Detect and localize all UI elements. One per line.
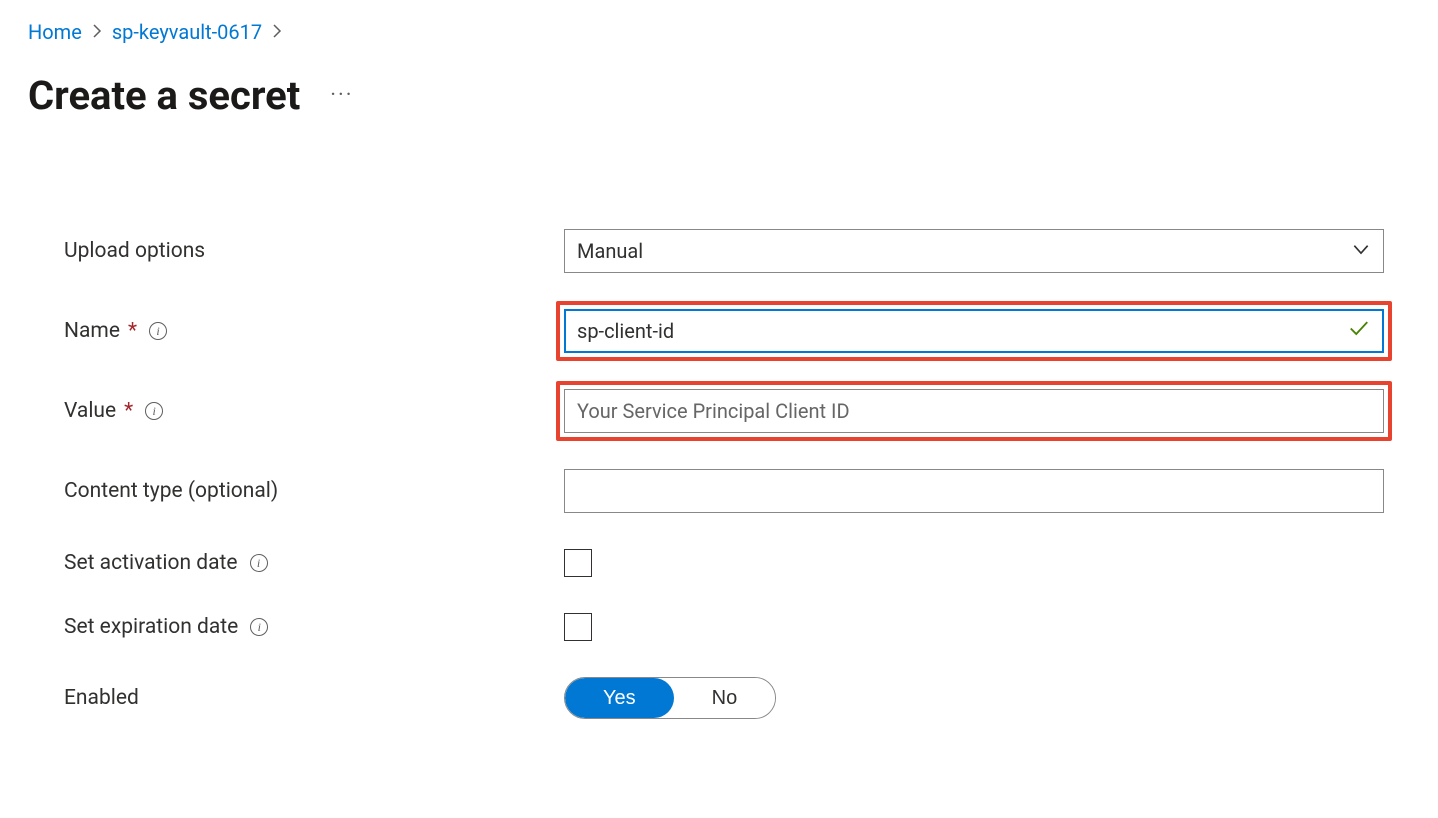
value-label: Value	[64, 399, 116, 423]
chevron-right-icon	[272, 23, 282, 42]
row-value: Value * i	[64, 389, 1410, 433]
info-icon[interactable]: i	[250, 618, 268, 636]
content-type-input[interactable]	[564, 469, 1384, 513]
row-upload-options: Upload options Manual	[64, 229, 1410, 273]
value-input[interactable]	[564, 389, 1384, 433]
name-label: Name	[64, 319, 120, 343]
upload-options-select[interactable]: Manual	[564, 229, 1384, 273]
info-icon[interactable]: i	[250, 554, 268, 572]
required-indicator: *	[124, 399, 133, 423]
row-content-type: Content type (optional)	[64, 469, 1410, 513]
breadcrumb-resource[interactable]: sp-keyvault-0617	[112, 20, 262, 44]
row-expiration-date: Set expiration date i	[64, 613, 1410, 641]
expiration-date-checkbox[interactable]	[564, 613, 592, 641]
info-icon[interactable]: i	[149, 322, 167, 340]
page-title-row: Create a secret ···	[28, 72, 1410, 119]
upload-options-value: Manual	[577, 239, 643, 263]
chevron-right-icon	[92, 23, 102, 42]
enabled-label: Enabled	[64, 686, 139, 710]
expiration-date-label: Set expiration date	[64, 615, 238, 639]
row-enabled: Enabled Yes No	[64, 677, 1410, 719]
row-activation-date: Set activation date i	[64, 549, 1410, 577]
info-icon[interactable]: i	[145, 402, 163, 420]
row-name: Name * i	[64, 309, 1410, 353]
name-input[interactable]	[564, 309, 1384, 353]
page-title: Create a secret	[28, 72, 300, 119]
breadcrumb-home[interactable]: Home	[28, 20, 82, 44]
upload-options-label: Upload options	[64, 239, 205, 263]
required-indicator: *	[128, 319, 137, 343]
enabled-yes-option[interactable]: Yes	[565, 678, 674, 718]
chevron-down-icon	[1351, 239, 1371, 264]
content-type-label: Content type (optional)	[64, 479, 278, 503]
activation-date-checkbox[interactable]	[564, 549, 592, 577]
name-highlight	[556, 301, 1392, 361]
enabled-no-option[interactable]: No	[674, 678, 776, 718]
value-highlight	[556, 381, 1392, 441]
breadcrumb: Home sp-keyvault-0617	[28, 20, 1410, 44]
activation-date-label: Set activation date	[64, 551, 238, 575]
enabled-toggle: Yes No	[564, 677, 776, 719]
create-secret-form: Upload options Manual Name * i	[28, 229, 1410, 719]
more-actions-button[interactable]: ···	[330, 83, 353, 108]
